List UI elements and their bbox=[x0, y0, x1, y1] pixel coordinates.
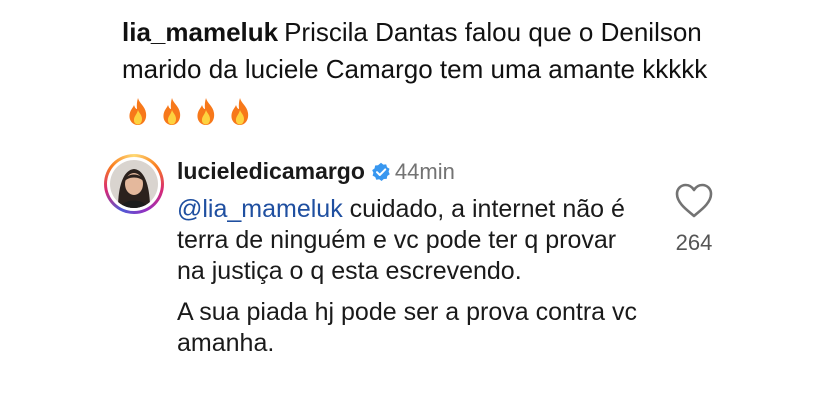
avatar-story-ring[interactable] bbox=[104, 154, 164, 214]
fire-emoji-group bbox=[126, 91, 262, 128]
verified-badge-icon bbox=[372, 162, 390, 181]
comment-username[interactable]: lucieledicamargo bbox=[177, 158, 365, 184]
comment-header: lucieledicamargo 44min bbox=[177, 156, 455, 187]
post-caption: lia_mameluk Priscila Dantas falou que o D… bbox=[122, 14, 742, 128]
comment-paragraph-1: @lia_mameluk cuidado, a internet não é t… bbox=[177, 194, 647, 287]
like-count: 264 bbox=[675, 230, 713, 255]
fire-icon bbox=[163, 97, 181, 125]
heart-icon[interactable] bbox=[672, 180, 716, 220]
fire-icon bbox=[129, 97, 147, 125]
fire-icon bbox=[231, 97, 249, 125]
caption-username[interactable]: lia_mameluk bbox=[122, 17, 278, 47]
fire-icon bbox=[197, 97, 215, 125]
avatar[interactable] bbox=[110, 160, 158, 208]
comment: lucieledicamargo 44min @lia_mameluk cuid… bbox=[0, 150, 828, 414]
mention-link[interactable]: @lia_mameluk bbox=[177, 195, 343, 223]
comment-body: @lia_mameluk cuidado, a internet não é t… bbox=[177, 194, 647, 369]
avatar-image bbox=[110, 160, 158, 208]
comment-timestamp: 44min bbox=[394, 159, 455, 184]
comment-paragraph-2: A sua piada hj pode ser a prova contra v… bbox=[177, 298, 638, 357]
